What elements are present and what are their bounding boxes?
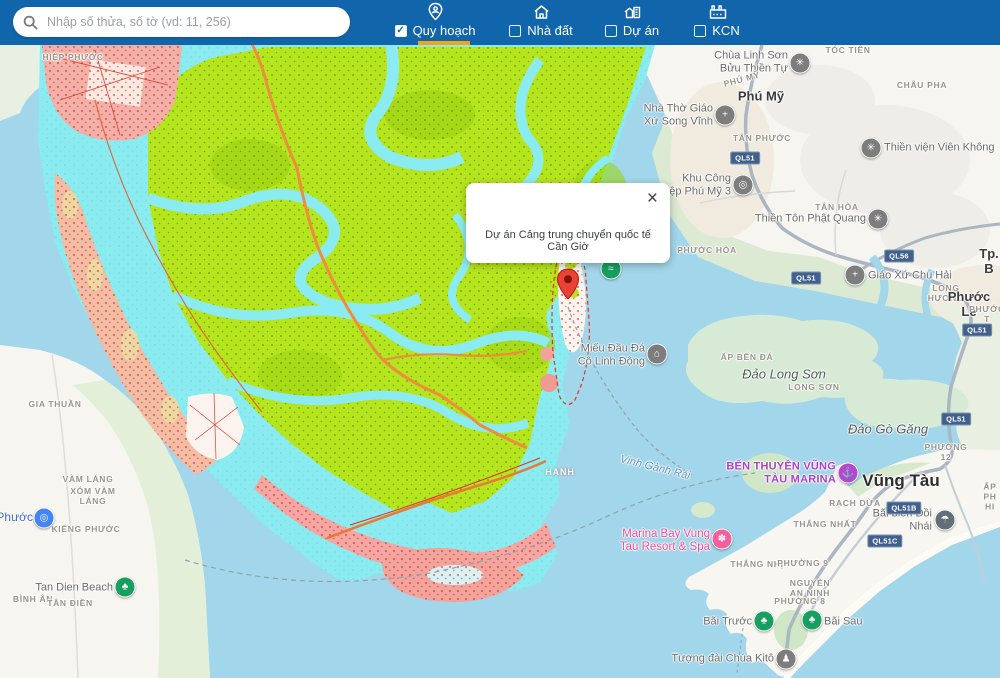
temple-icon[interactable]: ✳ [868, 209, 889, 230]
park-icon[interactable]: ♣ [115, 577, 136, 598]
temple-icon[interactable]: ✳ [790, 53, 811, 74]
statue-icon[interactable]: ♟ [776, 649, 797, 670]
tab-label-quy-hoach: Quy hoạch [413, 23, 476, 38]
temple-icon[interactable]: ✳ [861, 138, 882, 159]
tab-kcn[interactable]: KCN [692, 0, 742, 45]
church-icon[interactable]: + [715, 105, 736, 126]
kcn-checkbox[interactable] [694, 25, 706, 37]
tab-label-nha-dat: Nhà đất [527, 23, 573, 38]
active-tab-underline [418, 41, 470, 45]
app-window: HIỆP PHƯỚC TÓC TIÊN Chùa Linh Sơn Bửu Th… [0, 0, 1000, 678]
church-icon[interactable]: + [845, 265, 866, 286]
road-badge-ql51: QL51 [730, 152, 760, 165]
popup-text: Dự án Cảng trung chuyển quốc tế Cần Giờ [474, 229, 662, 253]
tab-label-kcn: KCN [712, 23, 739, 38]
factory-icon [707, 2, 728, 22]
resort-icon[interactable]: ✽ [712, 529, 733, 550]
search-box[interactable] [13, 7, 350, 37]
beach-icon[interactable]: ♣ [754, 611, 775, 632]
close-icon[interactable]: × [647, 189, 658, 208]
nha-dat-checkbox[interactable] [509, 25, 521, 37]
store-icon[interactable]: ◎ [34, 508, 55, 529]
house-icon [531, 2, 552, 22]
road-badge-ql51b: QL51B [886, 502, 921, 515]
project-marker-pin[interactable] [556, 268, 580, 305]
buildings-icon [622, 2, 643, 22]
project-info-popup: × Dự án Cảng trung chuyển quốc tế Cần Gi… [466, 183, 670, 263]
tab-label-du-an: Dự án [623, 23, 659, 38]
road-badge-ql51: QL51 [791, 272, 821, 285]
top-bar: ✓ Quy hoạch Nhà đất [0, 0, 1000, 45]
du-an-checkbox[interactable] [605, 25, 617, 37]
check-icon: ✓ [396, 26, 404, 36]
tab-quy-hoach[interactable]: ✓ Quy hoạch [398, 0, 472, 45]
map-canvas[interactable] [0, 45, 1000, 678]
layer-tabs: ✓ Quy hoạch Nhà đất [398, 0, 742, 45]
person-pin-icon [425, 2, 446, 22]
search-icon [23, 15, 38, 30]
road-badge-ql51: QL51 [962, 324, 992, 337]
marina-icon[interactable]: ⚓ [838, 463, 859, 484]
road-badge-ql51c: QL51C [867, 535, 902, 548]
beach-icon[interactable]: ☂ [935, 510, 956, 531]
search-input[interactable] [45, 14, 340, 30]
tab-nha-dat[interactable]: Nhà đất [508, 0, 574, 45]
beach-icon[interactable]: ♣ [802, 610, 823, 631]
road-badge-ql56: QL56 [884, 250, 914, 263]
quy-hoach-checkbox[interactable]: ✓ [395, 25, 407, 37]
tab-du-an[interactable]: Dự án [604, 0, 660, 45]
map-container[interactable]: HIỆP PHƯỚC TÓC TIÊN Chùa Linh Sơn Bửu Th… [0, 45, 1000, 678]
road-badge-ql51: QL51 [941, 413, 971, 426]
shrine-icon[interactable]: ⌂ [647, 344, 668, 365]
industrial-park-icon[interactable]: ◎ [733, 175, 754, 196]
